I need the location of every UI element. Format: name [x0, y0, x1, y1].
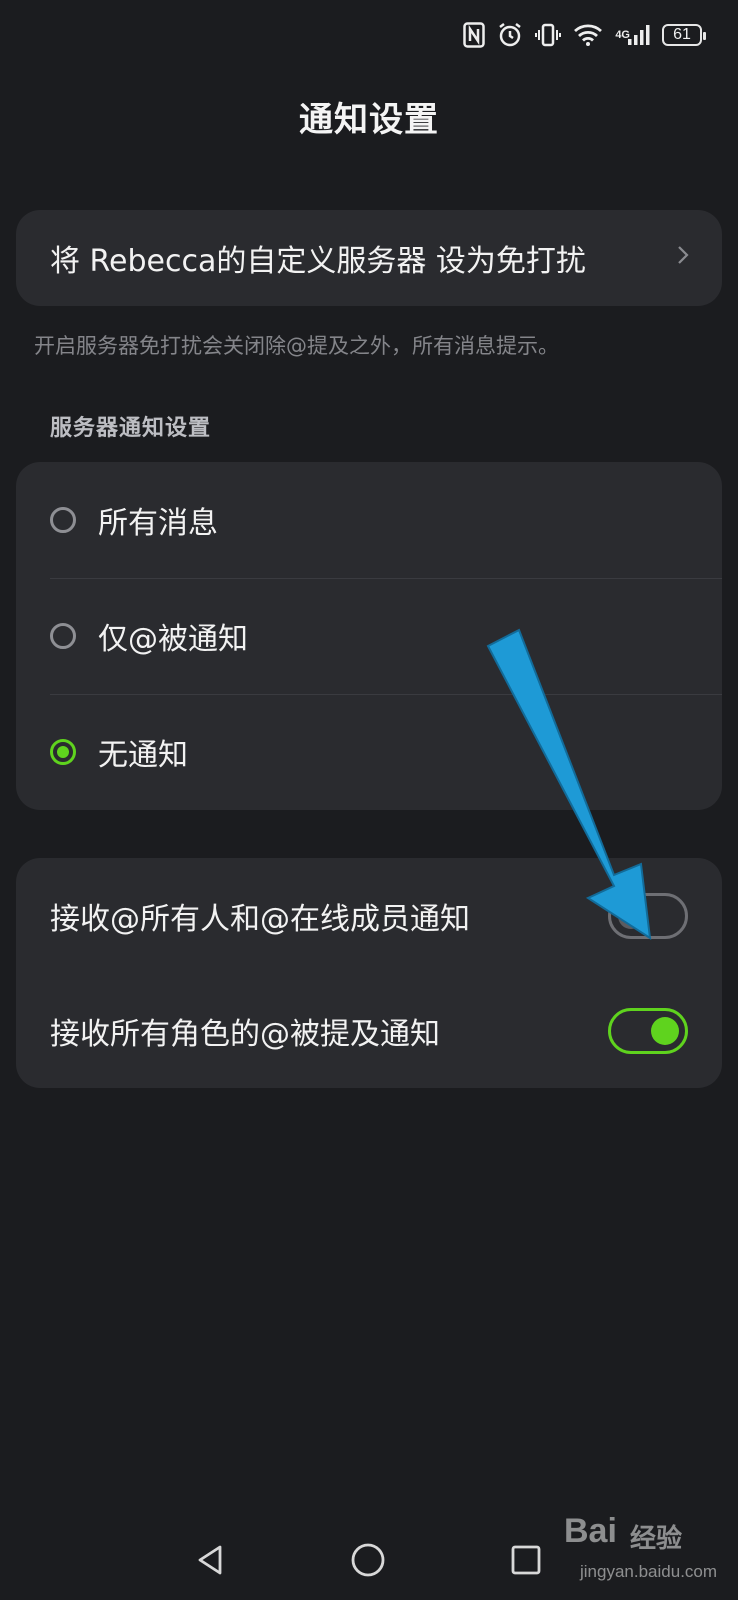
dnd-hint: 开启服务器免打扰会关闭除@提及之外，所有消息提示。	[34, 334, 559, 358]
toggle-row-roles: 接收所有角色的@被提及通知	[16, 973, 722, 1088]
section-title: 服务器通知设置	[50, 416, 212, 441]
alarm-icon	[497, 22, 523, 48]
nfc-icon	[463, 22, 486, 48]
radio-button[interactable]	[50, 623, 76, 649]
back-icon[interactable]	[180, 1530, 240, 1590]
toggle-knob	[651, 1016, 679, 1045]
toggle-label: 接收所有角色的@被提及通知	[50, 1016, 440, 1052]
page-title: 通知设置	[299, 100, 439, 140]
toggle-label: 接收@所有人和@在线成员通知	[50, 901, 470, 937]
option-no-notifications[interactable]: 无通知	[16, 694, 722, 810]
divider	[50, 578, 722, 579]
option-mentions-only[interactable]: 仅@被通知	[16, 578, 722, 694]
mention-toggles-card: 接收@所有人和@在线成员通知 接收所有角色的@被提及通知	[16, 858, 722, 1088]
signal-icon: 4G	[615, 23, 650, 47]
battery-level: 61	[673, 26, 691, 43]
watermark-brand: Bai	[564, 1512, 617, 1550]
status-bar: 4G 61	[463, 18, 706, 52]
roles-mention-toggle[interactable]	[608, 1007, 688, 1054]
home-icon[interactable]	[338, 1530, 398, 1590]
chevron-right-icon	[676, 243, 690, 274]
radio-button[interactable]	[50, 507, 76, 533]
dnd-row[interactable]: 将 Rebecca的自定义服务器 设为免打扰	[16, 210, 722, 306]
option-all-messages[interactable]: 所有消息	[16, 462, 722, 578]
option-label: 所有消息	[98, 506, 218, 541]
watermark-sub: 经验	[630, 1524, 683, 1554]
option-label: 无通知	[98, 738, 188, 773]
battery-indicator: 61	[662, 24, 706, 46]
radio-button-selected[interactable]	[50, 739, 76, 765]
everyone-toggle[interactable]	[608, 892, 688, 939]
divider	[50, 694, 722, 695]
recent-apps-icon[interactable]	[496, 1530, 556, 1590]
toggle-row-everyone: 接收@所有人和@在线成员通知	[16, 858, 722, 973]
wifi-icon	[573, 23, 603, 47]
baidu-watermark: Bai 经验 jingyan.baidu.com	[560, 1510, 730, 1590]
toggle-knob	[618, 902, 644, 929]
watermark-domain: jingyan.baidu.com	[580, 1562, 718, 1581]
dnd-label: 将 Rebecca的自定义服务器 设为免打扰	[50, 244, 586, 279]
notification-options-card: 所有消息 仅@被通知 无通知	[16, 462, 722, 810]
vibrate-icon	[535, 22, 562, 48]
option-label: 仅@被通知	[98, 622, 248, 657]
